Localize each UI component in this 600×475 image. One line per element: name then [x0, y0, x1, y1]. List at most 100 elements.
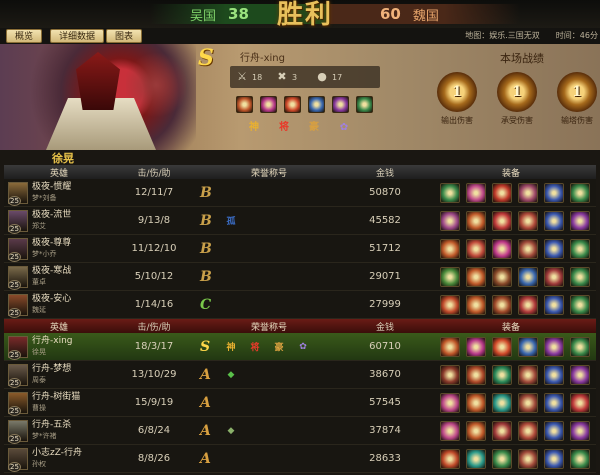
equipment-slot-icon[interactable] [570, 210, 590, 231]
equipment-slot-icon[interactable] [440, 210, 460, 231]
equipment-slot-icon[interactable] [492, 238, 512, 259]
equipment-slot-icon[interactable] [236, 96, 253, 113]
equipment-slot-icon[interactable] [466, 364, 486, 385]
player-name: 极夜-尊尊 [32, 237, 72, 248]
equipment-slot-icon[interactable] [492, 182, 512, 203]
equipment-slot-icon[interactable] [492, 266, 512, 287]
honor-cell: A ◆ [194, 423, 344, 439]
tab-charts[interactable]: 图表 [106, 29, 143, 43]
equipment-slot-icon[interactable] [518, 364, 538, 385]
equipment-slot-icon[interactable] [440, 266, 460, 287]
equipment-slot-icon[interactable] [544, 420, 564, 441]
player-row[interactable]: 25 行舟-梦想 周泰 13/10/29 A ◆ 38670 [4, 361, 596, 389]
equipment-slot-icon[interactable] [518, 210, 538, 231]
equipment-slot-icon[interactable] [570, 448, 590, 469]
tab-details[interactable]: 详细数据 [50, 29, 105, 43]
kda-value: 15/9/19 [134, 397, 174, 408]
hero-cell: 25 行舟-梦想 周泰 [4, 363, 114, 388]
player-row[interactable]: 25 行舟-树街猫 曹操 15/9/19 A 57545 [4, 389, 596, 417]
medal-damage-taken[interactable]: 1 承受伤害 [492, 72, 542, 126]
equipment-slot-icon[interactable] [492, 210, 512, 231]
equipment-slot-icon[interactable] [544, 294, 564, 315]
player-row[interactable]: 25 极夜-尊尊 梦*小乔 11/12/10 B 51712 [4, 235, 596, 263]
equipment-slot-icon[interactable] [544, 210, 564, 231]
equipment-slot-icon[interactable] [518, 336, 538, 357]
medal-list: 1 输出伤害 1 承受伤害 1 输塔伤害 [432, 72, 600, 126]
equipment-slot-icon[interactable] [518, 266, 538, 287]
honor-badge-icon: 豪 [309, 122, 319, 133]
equipment-slot-icon[interactable] [492, 364, 512, 385]
equipment-slot-icon[interactable] [466, 448, 486, 469]
level-badge: 25 [8, 405, 21, 416]
tab-overview[interactable]: 概览 [6, 29, 43, 43]
equipment-slot-icon[interactable] [466, 238, 486, 259]
player-row[interactable]: 25 极夜-寒战 董卓 5/10/12 B 29071 [4, 263, 596, 291]
equipment-slot-icon[interactable] [544, 182, 564, 203]
equipment-slot-icon[interactable] [544, 238, 564, 259]
player-row[interactable]: 25 行舟-xing 徐晃 18/3/17 S 神 将 豪 ✿ 60710 [4, 333, 596, 361]
player-row[interactable]: 25 极夜-流世 郑艾 9/13/8 B 孤 45582 [4, 207, 596, 235]
equipment-slot-icon[interactable] [544, 336, 564, 357]
equipment-slot-icon[interactable] [260, 96, 277, 113]
col-honor: 荣誉称号 [250, 322, 287, 333]
equipment-slot-icon[interactable] [570, 238, 590, 259]
equipment-slot-icon[interactable] [544, 392, 564, 413]
player-row[interactable]: 25 小志zZ-行舟 孙权 8/8/26 A 28633 [4, 445, 596, 473]
equipment-slot-icon[interactable] [492, 448, 512, 469]
equipment-slot-icon[interactable] [570, 182, 590, 203]
equipment-slot-icon[interactable] [570, 392, 590, 413]
equipment-slot-icon[interactable] [570, 266, 590, 287]
equipment-slot-icon[interactable] [466, 336, 486, 357]
equipment-slot-icon[interactable] [492, 336, 512, 357]
honor-badge-icon: 将 [250, 343, 260, 353]
medal-tower-damage[interactable]: 1 输塔伤害 [552, 72, 600, 126]
equipment-slot-icon[interactable] [440, 294, 460, 315]
equipment-slot-icon[interactable] [440, 336, 460, 357]
equipment-slot-icon[interactable] [518, 294, 538, 315]
equipment-slot-icon[interactable] [466, 210, 486, 231]
right-nation-name: 魏国 [412, 8, 439, 24]
level-badge: 25 [8, 223, 21, 234]
player-name: 行舟-五杀 [32, 419, 72, 430]
level-badge: 25 [8, 279, 21, 290]
equipment-slot-icon[interactable] [492, 392, 512, 413]
equipment-slot-icon[interactable] [492, 294, 512, 315]
equipment-slot-icon[interactable] [518, 420, 538, 441]
equipment-slot-icon[interactable] [544, 266, 564, 287]
equipment-slot-icon[interactable] [518, 182, 538, 203]
equipment-slot-icon[interactable] [440, 238, 460, 259]
equipment-slot-icon[interactable] [570, 420, 590, 441]
equipment-slot-icon[interactable] [440, 420, 460, 441]
equipment-slot-icon[interactable] [332, 96, 349, 113]
equipment-slot-icon[interactable] [518, 448, 538, 469]
equipment-slot-icon[interactable] [440, 448, 460, 469]
equipment-slot-icon[interactable] [544, 448, 564, 469]
equipment-slot-icon[interactable] [284, 96, 301, 113]
equipment-slot-icon[interactable] [440, 182, 460, 203]
medal-badge-icon: 1 [497, 72, 537, 112]
equipment-slot-icon[interactable] [466, 294, 486, 315]
equipment-slot-icon[interactable] [570, 364, 590, 385]
equipment-slot-icon[interactable] [492, 420, 512, 441]
equipment-slot-icon[interactable] [440, 364, 460, 385]
player-row[interactable]: 25 极夜-惯耀 梦*刘备 12/11/7 B 50870 [4, 179, 596, 207]
col-equip: 装备 [501, 322, 520, 333]
equipment-slot-icon[interactable] [544, 364, 564, 385]
equipment-slot-icon[interactable] [466, 420, 486, 441]
equipment-slot-icon[interactable] [518, 392, 538, 413]
equipment-slot-icon[interactable] [466, 266, 486, 287]
equipment-slot-icon[interactable] [466, 182, 486, 203]
equipment-slot-icon[interactable] [518, 238, 538, 259]
equipment-slot-icon[interactable] [466, 392, 486, 413]
equipment-slot-icon[interactable] [570, 294, 590, 315]
equipment-slot-icon[interactable] [356, 96, 373, 113]
level-badge: 25 [8, 433, 21, 444]
player-row[interactable]: 25 极夜-安心 魏延 1/14/16 C 27999 [4, 291, 596, 319]
equipment-slot-icon[interactable] [308, 96, 325, 113]
honor-cell: A [194, 395, 344, 411]
equipment-slot-icon[interactable] [440, 392, 460, 413]
medal-output-damage[interactable]: 1 输出伤害 [432, 72, 482, 126]
equipment-slot-icon[interactable] [570, 336, 590, 357]
col-kda: 击/伤/助 [137, 168, 171, 179]
player-row[interactable]: 25 行舟-五杀 梦*许褚 6/8/24 A ◆ 37874 [4, 417, 596, 445]
